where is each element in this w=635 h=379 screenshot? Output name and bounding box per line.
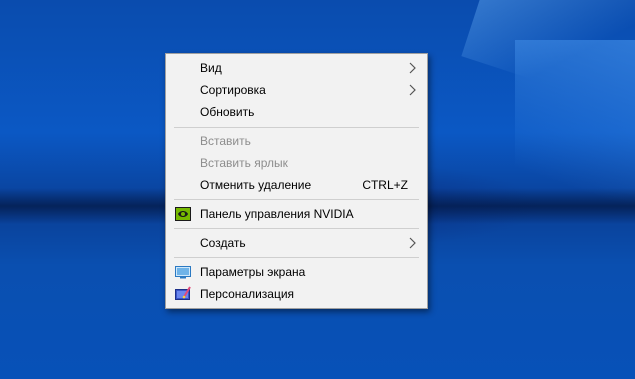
menu-item-sort[interactable]: Сортировка (166, 79, 427, 101)
menu-item-paste-shortcut[interactable]: Вставить ярлык (166, 152, 427, 174)
menu-item-refresh[interactable]: Обновить (166, 101, 427, 123)
menu-item-label: Параметры экрана (200, 265, 306, 279)
menu-item-paste[interactable]: Вставить (166, 130, 427, 152)
personalization-icon (175, 286, 191, 300)
menu-separator (174, 228, 419, 229)
menu-item-shortcut: CTRL+Z (362, 178, 408, 192)
light-ray (461, 0, 635, 118)
desktop-context-menu: Вид Сортировка Обновить Вставить Вставит… (165, 53, 428, 309)
menu-item-label: Вид (200, 61, 222, 75)
menu-separator (174, 257, 419, 258)
menu-item-label: Создать (200, 236, 246, 250)
menu-item-label: Вставить (200, 134, 251, 148)
menu-item-new[interactable]: Создать (166, 232, 427, 254)
menu-item-undo-delete[interactable]: Отменить удаление CTRL+Z (166, 174, 427, 196)
chevron-right-icon (409, 84, 416, 96)
menu-item-label: Сортировка (200, 83, 266, 97)
menu-item-display-settings[interactable]: Параметры экрана (166, 261, 427, 283)
menu-item-personalization[interactable]: Персонализация (166, 283, 427, 305)
menu-separator (174, 127, 419, 128)
menu-item-label: Персонализация (200, 287, 295, 301)
menu-item-view[interactable]: Вид (166, 57, 427, 79)
chevron-right-icon (409, 62, 416, 74)
chevron-right-icon (409, 237, 416, 249)
menu-item-label: Панель управления NVIDIA (200, 207, 354, 221)
nvidia-icon (175, 207, 191, 221)
menu-item-label: Вставить ярлык (200, 156, 288, 170)
menu-item-nvidia-control-panel[interactable]: Панель управления NVIDIA (166, 203, 427, 225)
menu-separator (174, 199, 419, 200)
menu-item-label: Отменить удаление (200, 178, 312, 192)
display-settings-icon (175, 266, 191, 279)
menu-item-label: Обновить (200, 105, 255, 119)
